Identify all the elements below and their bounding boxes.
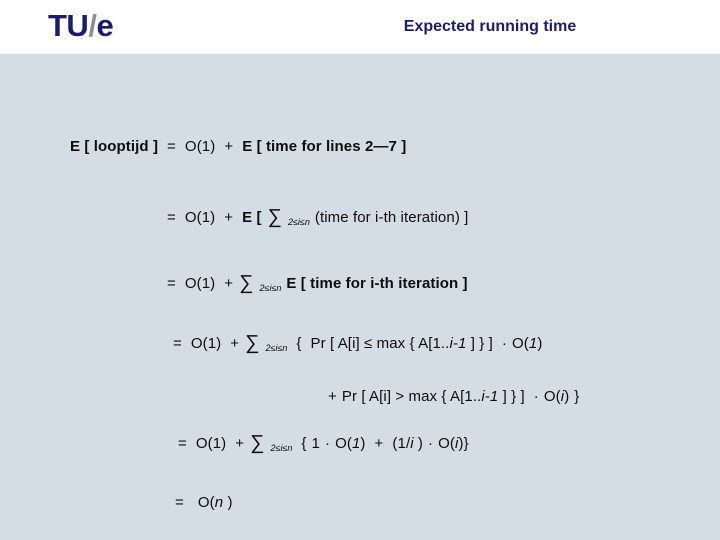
eq2-term-b: (time for i-th iteration) ]: [314, 209, 469, 226]
eq4-equals: =: [173, 335, 182, 352]
eq7-equals: =: [175, 494, 184, 511]
eq6-equals: =: [178, 435, 187, 452]
eq1-lhs: E [ looptijd ]: [70, 138, 159, 155]
eq3-equals: =: [167, 275, 176, 292]
eq6-term-a: O(1): [195, 435, 227, 452]
eq2-plus: +: [224, 209, 234, 226]
summation-icon: ∑: [245, 332, 260, 354]
eq2-term-a: O(1): [184, 209, 216, 226]
eq5-prob-index: i-1: [481, 388, 499, 405]
eq4-prob-index: i-1: [449, 335, 467, 352]
eq4-probability: Pr [ A[i] ≤ max { A[1..: [310, 335, 450, 352]
eq6-one: 1: [311, 435, 320, 452]
equation-line-6: = O(1) + ∑ 2≤i≤n{1 · O(1) + (1/i ) · O(i)}: [178, 432, 469, 455]
eq3-term-a: O(1): [184, 275, 216, 292]
eq5-prob-tail: ] } ]: [498, 388, 525, 405]
eq5-plus: +: [328, 388, 337, 405]
eq5-probability: Pr [ A[i] > max { A[1..: [341, 388, 482, 405]
eq6-frac-close: ): [413, 435, 424, 452]
eq6-brace-open: {: [301, 435, 307, 452]
eq3-plus: +: [224, 275, 234, 292]
slide-body: E [ looptijd ] = O(1) + E [ time for lines 2…: [0, 54, 720, 540]
eq2-equals: =: [167, 209, 176, 226]
summation-icon: ∑: [239, 272, 254, 294]
equation-line-1: E [ looptijd ] = O(1) + E [ time for lines 2…: [70, 138, 406, 155]
eq4-plus: +: [230, 335, 240, 352]
eq3-sum-range: 2≤i≤n: [259, 283, 282, 293]
slide-canvas: TU/e Expected running time E [ looptijd …: [0, 0, 720, 540]
eq3-term-b: E [ time for i-th iteration ]: [286, 275, 468, 292]
eq4-brace-open: {: [296, 335, 302, 352]
eq6-dot-1: ·: [324, 435, 331, 452]
eq2-expectation-open: E [: [242, 209, 262, 226]
eq6-dot-2: ·: [428, 435, 434, 452]
equation-line-2: = O(1) + E [ ∑ 2≤i≤n (time for i-th iteration)…: [167, 206, 468, 229]
eq1-equals: =: [167, 138, 176, 155]
summation-icon: ∑: [267, 206, 282, 228]
eq2-sum-range: 2≤i≤n: [287, 217, 310, 227]
eq6-bigo-1-close: ): [360, 435, 366, 452]
eq6-brace-close: }: [463, 435, 469, 452]
equation-line-5: + Pr [ A[i] > max { A[1..i-1 ] } ] · O(i)}: [328, 388, 579, 405]
eq4-bigo: O(: [512, 335, 529, 352]
eq1-term-a: O(1): [184, 138, 216, 155]
equation-line-4: = O(1) + ∑ 2≤i≤n{Pr [ A[i] ≤ max { A[1..i-1 …: [173, 332, 542, 355]
page-title: Expected running time: [403, 18, 577, 35]
tue-logo: TU/e: [48, 8, 114, 44]
eq6-bigo-2: O(: [438, 435, 456, 452]
eq4-bigo-close: ): [537, 335, 543, 352]
eq7-bigo-close: ): [223, 494, 233, 511]
eq5-bigo-close: ): [564, 388, 570, 405]
summation-icon: ∑: [250, 432, 265, 454]
eq4-sum-range: 2≤i≤n: [265, 343, 288, 353]
eq1-plus: +: [224, 138, 234, 155]
slide-header: TU/e Expected running time: [0, 0, 720, 54]
eq6-frac-open: (1/: [392, 435, 411, 452]
logo-text-tu: TU: [48, 8, 89, 43]
eq4-prob-tail: ] } ]: [466, 335, 493, 352]
equation-line-3: = O(1) + ∑ 2≤i≤n E [ time for i-th iteration …: [167, 272, 468, 295]
eq7-bigo-arg: n: [214, 494, 224, 511]
eq4-dot: ·: [501, 335, 507, 352]
eq5-brace-close: }: [574, 388, 580, 405]
logo-text-e: e: [96, 8, 114, 43]
eq4-term-a: O(1): [190, 335, 222, 352]
eq6-plus-2: +: [374, 435, 384, 452]
eq5-dot: ·: [533, 388, 539, 405]
eq6-bigo-1: O(: [335, 435, 352, 452]
eq6-sum-range: 2≤i≤n: [270, 443, 293, 453]
eq7-bigo: O(: [197, 494, 215, 511]
eq6-plus: +: [235, 435, 245, 452]
eq5-bigo: O(: [543, 388, 561, 405]
eq1-term-b: E [ time for lines 2—7 ]: [242, 138, 407, 155]
equation-line-7: = O(n ): [175, 494, 233, 511]
